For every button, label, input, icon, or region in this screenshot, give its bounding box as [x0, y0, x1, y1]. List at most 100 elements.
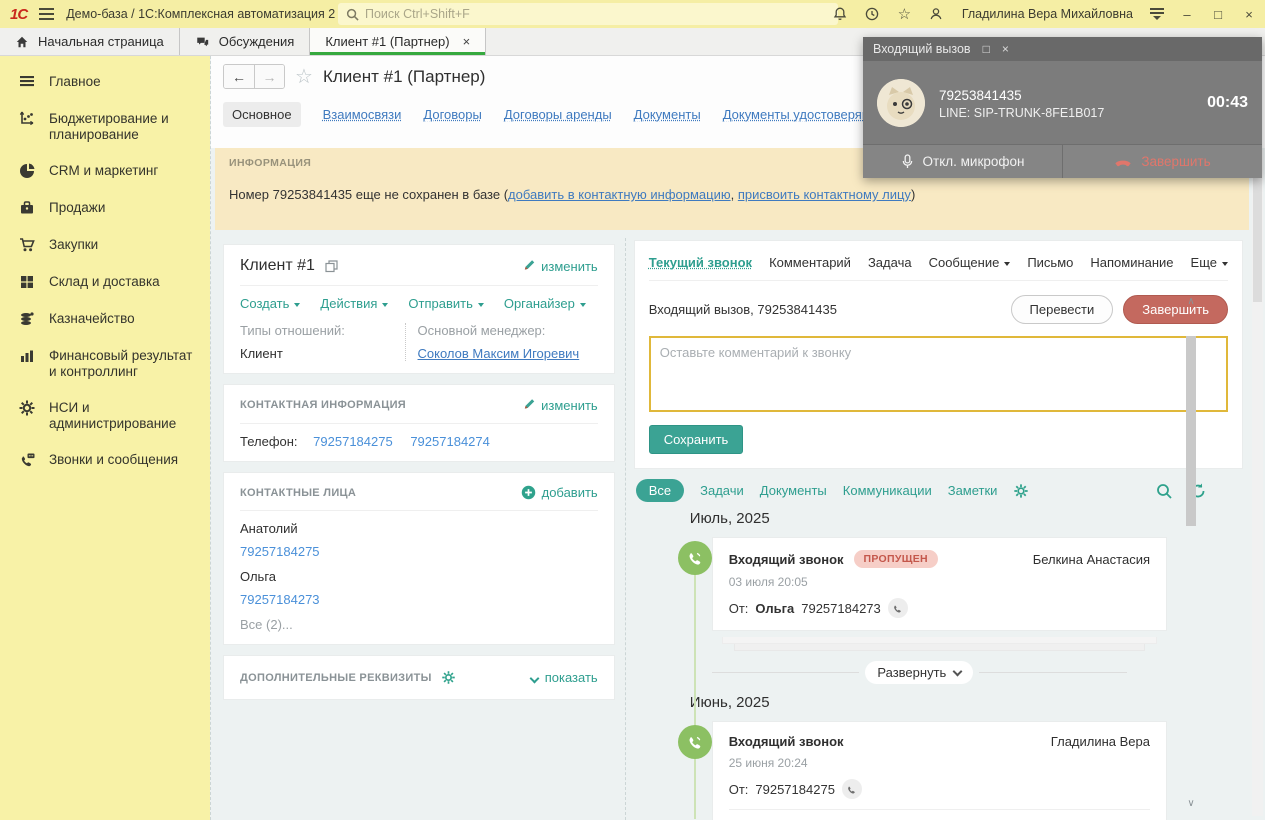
- sidebar-item-calls[interactable]: Звонки и сообщения: [0, 442, 210, 479]
- chevron-down-icon: [529, 673, 540, 684]
- nav-id-documents[interactable]: Документы удостоверяющ: [723, 107, 883, 122]
- save-comment-button[interactable]: Сохранить: [648, 425, 744, 454]
- add-to-contact-info-link[interactable]: добавить в контактную информацию: [508, 187, 731, 202]
- tab-comment[interactable]: Комментарий: [769, 255, 851, 270]
- global-search[interactable]: [338, 3, 838, 25]
- search-input[interactable]: [365, 7, 830, 21]
- add-contact-person-link[interactable]: добавить: [521, 485, 598, 500]
- favorite-star-icon[interactable]: ☆: [295, 64, 313, 89]
- send-menu[interactable]: Отправить: [408, 296, 484, 311]
- filter-tasks[interactable]: Задачи: [700, 483, 744, 498]
- all-contacts-link[interactable]: Все (2)...: [240, 617, 598, 632]
- sidebar-item-warehouse[interactable]: Склад и доставка: [0, 264, 210, 301]
- tab-task[interactable]: Задача: [868, 255, 912, 270]
- history-icon[interactable]: [864, 6, 881, 23]
- tab-discussions[interactable]: Обсуждения: [180, 28, 311, 55]
- filter-communications[interactable]: Коммуникации: [843, 483, 932, 498]
- scroll-down-icon[interactable]: ∨: [1185, 798, 1197, 812]
- actions-menu[interactable]: Действия: [320, 296, 389, 311]
- history-item[interactable]: Входящий звонок Гладилина Вера 25 июня 2…: [656, 721, 1167, 820]
- sidebar-label: CRM и маркетинг: [49, 163, 159, 178]
- client-phone-1[interactable]: 79257184275: [313, 434, 393, 449]
- caret-down-icon: [294, 302, 301, 307]
- client-phone-2[interactable]: 79257184274: [410, 434, 490, 449]
- history-item-datetime: 03 июля 20:05: [728, 575, 808, 589]
- sidebar-item-main[interactable]: Главное: [0, 64, 210, 101]
- plus-circle-icon: [521, 485, 535, 500]
- call-comment-input[interactable]: [648, 336, 1228, 412]
- minimize-button[interactable]: –: [1179, 7, 1195, 22]
- history-item-author: Белкина Анастасия: [1032, 551, 1150, 567]
- transfer-call-button[interactable]: Перевести: [1010, 295, 1114, 324]
- caret-down-icon: [579, 302, 586, 307]
- tab-client-partner[interactable]: Клиент #1 (Партнер) ×: [310, 28, 487, 55]
- show-attributes-link[interactable]: показать: [529, 670, 598, 685]
- client-name: Клиент #1: [240, 257, 315, 274]
- back-button[interactable]: ←: [224, 65, 254, 88]
- filter-settings-gear-icon[interactable]: [1013, 483, 1029, 499]
- attributes-gear-icon[interactable]: [441, 670, 456, 685]
- history-item[interactable]: Входящий звонок ПРОПУЩЕН Белкина Анастас…: [656, 537, 1167, 631]
- edit-contact-info-link[interactable]: изменить: [523, 397, 598, 413]
- expand-button[interactable]: Развернуть: [865, 661, 974, 684]
- page-title: Клиент #1 (Партнер): [322, 66, 486, 86]
- form-scrollbar[interactable]: [1252, 150, 1263, 816]
- end-call-button[interactable]: Завершить: [1123, 295, 1228, 324]
- nav-contracts[interactable]: Договоры: [423, 107, 481, 122]
- nav-lease-contracts[interactable]: Договоры аренды: [504, 107, 612, 122]
- popup-maximize-icon[interactable]: □: [983, 42, 990, 56]
- popup-close-icon[interactable]: ×: [1002, 42, 1009, 56]
- scroll-up-icon[interactable]: ∧: [1185, 296, 1197, 310]
- filter-documents[interactable]: Документы: [760, 483, 827, 498]
- contact-person-phone[interactable]: 79257184273: [240, 592, 320, 607]
- favorites-star-icon[interactable]: ☆: [896, 6, 913, 23]
- copy-icon[interactable]: [325, 259, 338, 273]
- caret-down-icon: [382, 302, 389, 307]
- tab-reminder[interactable]: Напоминание: [1090, 255, 1173, 270]
- filter-notes[interactable]: Заметки: [948, 483, 998, 498]
- contact-persons-card: КОНТАКТНЫЕ ЛИЦА добавить Анатолий 792571…: [223, 472, 615, 645]
- assign-contact-person-link[interactable]: присвоить контактному лицу: [738, 187, 911, 202]
- main-menu-icon[interactable]: [39, 8, 55, 20]
- nav-documents[interactable]: Документы: [634, 107, 701, 122]
- nav-relations[interactable]: Взаимосвязи: [323, 107, 402, 122]
- sidebar-item-budgeting[interactable]: Бюджетирование и планирование: [0, 101, 210, 153]
- maximize-button[interactable]: □: [1210, 7, 1226, 22]
- scrollbar-thumb[interactable]: [1186, 336, 1196, 526]
- sidebar-item-admin[interactable]: НСИ и администрирование: [0, 390, 210, 442]
- contact-person-phone[interactable]: 79257184275: [240, 544, 320, 559]
- sidebar-item-sales[interactable]: Продажи: [0, 190, 210, 227]
- user-contacts-icon[interactable]: [928, 6, 945, 23]
- notifications-bell-icon[interactable]: [832, 6, 849, 23]
- service-menu-icon[interactable]: [1150, 8, 1164, 20]
- history-search-icon[interactable]: [1155, 482, 1173, 500]
- organizer-menu[interactable]: Органайзер: [504, 296, 586, 311]
- callback-phone-icon[interactable]: [841, 779, 862, 799]
- popup-end-call-button[interactable]: Завершить: [1062, 145, 1262, 178]
- client-card: Клиент #1 изменить Создать Действия Отпр…: [223, 244, 615, 374]
- sidebar-item-crm[interactable]: CRM и маркетинг: [0, 153, 210, 190]
- history-scrollbar[interactable]: ∧ ∨: [1185, 296, 1197, 812]
- nav-main[interactable]: Основное: [223, 102, 301, 127]
- tab-close-icon[interactable]: ×: [463, 34, 471, 49]
- current-user-name[interactable]: Гладилина Вера Михайловна: [962, 7, 1133, 21]
- create-menu[interactable]: Создать: [240, 296, 301, 311]
- sidebar-item-treasury[interactable]: Казначейство: [0, 301, 210, 338]
- close-button[interactable]: ×: [1241, 7, 1257, 22]
- tab-more[interactable]: Еще: [1191, 255, 1228, 270]
- sidebar-item-purchases[interactable]: Закупки: [0, 227, 210, 264]
- forward-button[interactable]: →: [254, 65, 284, 88]
- manager-link[interactable]: Соколов Максим Игоревич: [418, 346, 580, 361]
- tab-letter[interactable]: Письмо: [1027, 255, 1073, 270]
- tab-message[interactable]: Сообщение: [929, 255, 1011, 270]
- filter-all[interactable]: Все: [635, 479, 685, 502]
- callback-phone-icon[interactable]: [887, 598, 908, 618]
- contact-person-name: Анатолий: [240, 521, 298, 536]
- edit-client-link[interactable]: изменить: [523, 258, 598, 274]
- 1c-logo: 1С: [10, 5, 28, 23]
- tab-home[interactable]: Начальная страница: [0, 28, 180, 55]
- mute-microphone-button[interactable]: Откл. микрофон: [863, 145, 1062, 178]
- info-text-end: ): [910, 187, 916, 202]
- sidebar-item-finance[interactable]: Финансовый результат и контроллинг: [0, 338, 210, 390]
- tab-current-call[interactable]: Текущий звонок: [649, 255, 752, 270]
